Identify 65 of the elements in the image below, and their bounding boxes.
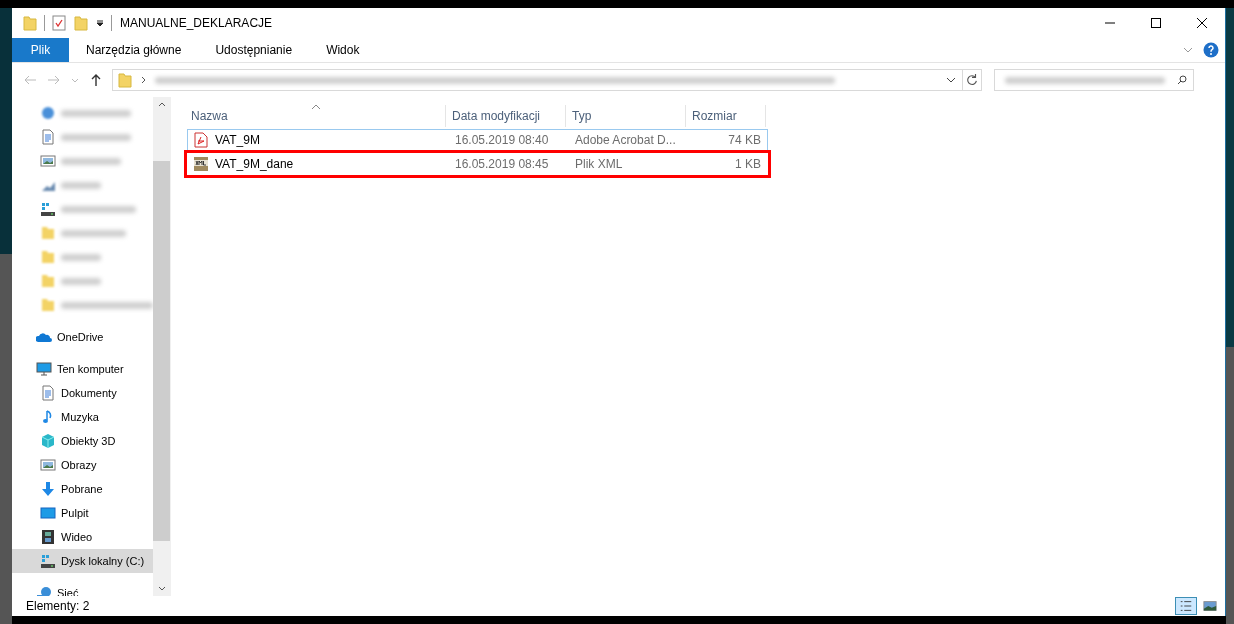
- folder-icon: [40, 225, 56, 241]
- folder-icon[interactable]: [73, 15, 89, 31]
- file-row[interactable]: VAT_9M_dane 16.05.2019 08:45 Plik XML 1 KB: [187, 153, 768, 175]
- sidebar-item[interactable]: Muzyka: [12, 405, 153, 429]
- image-icon: [40, 153, 56, 169]
- folder-icon: [40, 249, 56, 265]
- sidebar-item[interactable]: Pobrane: [12, 477, 153, 501]
- status-text: Elementy: 2: [26, 599, 90, 613]
- folder-icon: [40, 297, 56, 313]
- ribbon-tab[interactable]: Narzędzia główne: [69, 38, 199, 62]
- sidebar-item[interactable]: Dokumenty: [12, 381, 153, 405]
- image-icon: [1203, 599, 1217, 613]
- folder-icon: [117, 72, 133, 88]
- ribbon-tab[interactable]: Udostępnianie: [198, 38, 310, 62]
- film-icon: [40, 529, 56, 545]
- sidebar-item[interactable]: Dysk lokalny (C:): [12, 549, 153, 573]
- pdf-file-icon: [193, 132, 209, 148]
- table-cell-text: Adobe Acrobat D...: [574, 133, 677, 147]
- file-name: VAT_9M_dane: [215, 157, 294, 171]
- table-cell-text: 74 KB: [727, 133, 761, 147]
- sidebar-item[interactable]: OneDrive: [12, 325, 153, 349]
- file-tab[interactable]: Plik: [12, 38, 69, 62]
- chevron-down-icon[interactable]: [946, 75, 956, 85]
- folder-icon[interactable]: [22, 15, 38, 31]
- pin-icon: [40, 105, 56, 121]
- document-icon: [40, 129, 56, 145]
- details-view-button[interactable]: [1175, 597, 1197, 615]
- ribbon-tab[interactable]: Widok: [309, 38, 377, 62]
- column-header[interactable]: Rozmiar: [686, 105, 766, 127]
- table-cell-text: Plik XML: [574, 157, 624, 171]
- list-icon: [1179, 599, 1193, 613]
- column-header[interactable]: Typ: [566, 105, 686, 127]
- drive-icon: [40, 553, 56, 569]
- search-field[interactable]: [994, 69, 1194, 91]
- document-icon: [40, 385, 56, 401]
- sidebar-item[interactable]: Obiekty 3D: [12, 429, 153, 453]
- table-cell-text: 1 KB: [734, 157, 761, 171]
- down-arrow-icon: [40, 481, 56, 497]
- refresh-button[interactable]: [962, 69, 982, 91]
- table-cell-text: 16.05.2019 08:45: [454, 157, 550, 171]
- column-header[interactable]: Data modyfikacji: [446, 105, 566, 127]
- desktop-icon: [40, 505, 56, 521]
- close-icon: [1197, 18, 1207, 28]
- cube-icon: [40, 433, 56, 449]
- properties-icon[interactable]: [51, 15, 67, 31]
- column-header[interactable]: Nazwa: [185, 105, 446, 127]
- sidebar-item[interactable]: Ten komputer: [12, 357, 153, 381]
- maximize-icon: [1151, 18, 1161, 28]
- file-row[interactable]: VAT_9M 16.05.2019 08:40 Adobe Acrobat D... 74 KB: [187, 129, 768, 151]
- window-title: MANUALNE_DEKLARACJE: [120, 16, 273, 30]
- help-icon[interactable]: [1203, 42, 1219, 58]
- sidebar-item[interactable]: Pulpit: [12, 501, 153, 525]
- refresh-icon: [965, 73, 979, 87]
- sidebar-item[interactable]: Obrazy: [12, 453, 153, 477]
- dropdown-icon[interactable]: [95, 18, 105, 28]
- xml-file-icon: [193, 156, 209, 172]
- computer-icon: [36, 361, 52, 377]
- folder-icon: [40, 273, 56, 289]
- file-name: VAT_9M: [215, 133, 260, 147]
- sidebar-item[interactable]: Wideo: [12, 525, 153, 549]
- scrollbar[interactable]: [153, 97, 170, 596]
- search-icon: [1177, 75, 1187, 85]
- image-icon: [40, 457, 56, 473]
- drive-icon: [40, 201, 56, 217]
- table-cell-text: 16.05.2019 08:40: [454, 133, 550, 147]
